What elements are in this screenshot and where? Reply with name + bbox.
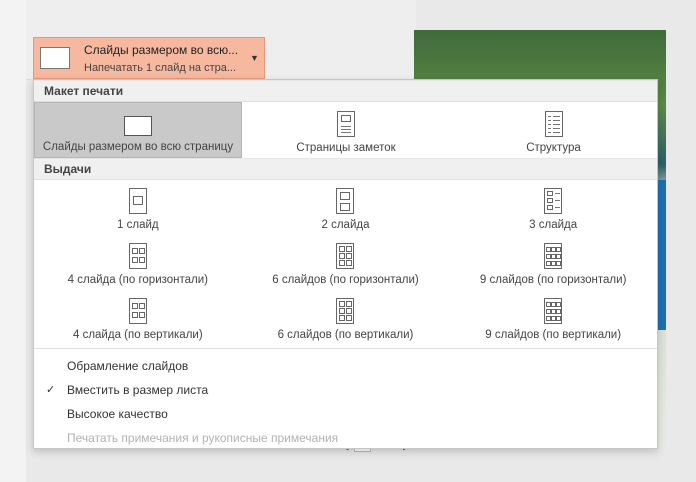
- print-layout-menu: Макет печати Слайды размером во всю стра…: [33, 79, 658, 449]
- handout-1-icon: [128, 188, 147, 214]
- left-panel: [0, 0, 26, 482]
- handout-6-vertical[interactable]: 6 слайдов (по вертикали): [242, 290, 450, 345]
- option-print-comments: Печатать примечания и рукописные примеча…: [34, 426, 657, 450]
- layout-label: Слайды размером во всю страницу: [42, 141, 234, 153]
- handout-4-horizontal[interactable]: 4 слайда (по горизонтали): [34, 235, 242, 290]
- handout-label: 4 слайда (по горизонтали): [67, 274, 209, 286]
- handout-label: 9 слайдов (по вертикали): [485, 329, 622, 341]
- handout-3-icon: [544, 188, 563, 214]
- handout-label: 6 слайдов (по горизонтали): [272, 274, 419, 286]
- option-label: Обрамление слайдов: [67, 359, 189, 373]
- option-label: Печатать примечания и рукописные примеча…: [67, 431, 339, 445]
- notes-page-icon: [337, 111, 355, 137]
- handout-6v-icon: [336, 298, 355, 324]
- handout-4-vertical[interactable]: 4 слайда (по вертикали): [34, 290, 242, 345]
- handout-9v-icon: [544, 298, 563, 324]
- handout-label: 6 слайдов (по вертикали): [277, 329, 414, 341]
- handout-2-icon: [336, 188, 355, 214]
- print-layout-row: Слайды размером во всю страницу Страницы…: [34, 102, 657, 158]
- layout-full-page-slides[interactable]: Слайды размером во всю страницу: [34, 102, 242, 158]
- full-slide-icon: [124, 116, 152, 136]
- handout-9h-icon: [544, 243, 563, 269]
- layout-label: Страницы заметок: [296, 142, 396, 154]
- dropdown-subtitle: Напечатать 1 слайд на стра...: [84, 61, 237, 74]
- option-label: Вместить в размер листа: [67, 383, 209, 397]
- caret-down-icon[interactable]: ▼: [250, 53, 259, 63]
- handout-3-slides[interactable]: 3 слайда: [449, 180, 657, 235]
- checkmark-icon: ✓: [46, 384, 56, 396]
- handout-6h-icon: [336, 243, 355, 269]
- option-frame-slides[interactable]: Обрамление слайдов: [34, 354, 657, 378]
- handout-label: 9 слайдов (по горизонтали): [479, 274, 627, 286]
- layout-outline[interactable]: Структура: [450, 102, 657, 158]
- handout-label: 2 слайда: [321, 219, 370, 231]
- handout-6-horizontal[interactable]: 6 слайдов (по горизонтали): [242, 235, 450, 290]
- handout-4v-icon: [128, 298, 147, 324]
- section-header-print-layout: Макет печати: [34, 80, 657, 102]
- option-high-quality[interactable]: Высокое качество: [34, 402, 657, 426]
- outline-page-icon: [544, 111, 563, 137]
- layout-label: Структура: [526, 142, 581, 154]
- handout-4h-icon: [128, 243, 147, 269]
- handouts-grid: 1 слайд 2 слайда 3 слайда 4 слайда (по г…: [34, 180, 657, 345]
- dropdown-title: Слайды размером во всю...: [84, 42, 239, 57]
- option-scale-to-fit[interactable]: ✓ Вместить в размер листа: [34, 378, 657, 402]
- option-label: Высокое качество: [67, 407, 168, 421]
- handout-9-horizontal[interactable]: 9 слайдов (по горизонтали): [449, 235, 657, 290]
- handout-9-vertical[interactable]: 9 слайдов (по вертикали): [449, 290, 657, 345]
- handout-label: 4 слайда (по вертикали): [72, 329, 203, 341]
- handout-label: 1 слайд: [117, 219, 159, 231]
- section-header-handouts: Выдачи: [34, 158, 657, 180]
- full-slide-thumbnail-icon: [40, 47, 70, 69]
- dropdown-text: Слайды размером во всю... Напечатать 1 с…: [84, 43, 244, 74]
- layout-notes-pages[interactable]: Страницы заметок: [242, 102, 450, 158]
- print-layout-dropdown[interactable]: Слайды размером во всю... Напечатать 1 с…: [33, 37, 265, 79]
- print-options-list: Обрамление слайдов ✓ Вместить в размер л…: [34, 348, 657, 450]
- handout-1-slide[interactable]: 1 слайд: [34, 180, 242, 235]
- handout-2-slides[interactable]: 2 слайда: [242, 180, 450, 235]
- handout-label: 3 слайда: [529, 219, 578, 231]
